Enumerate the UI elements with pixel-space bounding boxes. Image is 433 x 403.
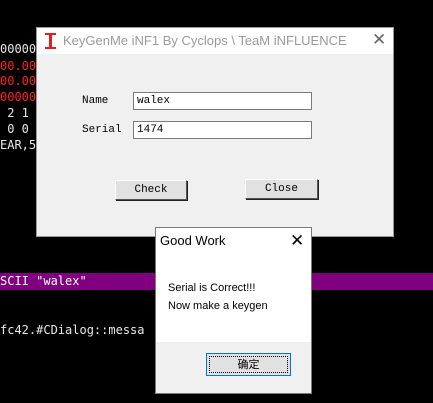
close-icon[interactable]: ✕: [290, 233, 304, 250]
messagebox-body: Serial is Correct!!! Now make a keygen: [156, 254, 311, 342]
bg-line-5: 2 1: [0, 106, 29, 120]
serial-field[interactable]: 1474: [133, 121, 312, 139]
ok-button[interactable]: 确定: [206, 353, 291, 376]
dialog-titlebar[interactable]: KeyGenMe iNF1 By Cyclops \ TeaM iNFLUENC…: [37, 28, 393, 54]
bg-bottom-line: fc42.#CDialog::messa: [0, 323, 145, 337]
serial-label: Serial: [82, 124, 122, 136]
bg-line-6: 0 0: [0, 122, 29, 136]
bg-line-1: 00000: [0, 42, 37, 56]
bg-line-7: EAR,5: [0, 138, 37, 152]
good-work-messagebox: Good Work ✕ Serial is Correct!!! Now mak…: [155, 227, 312, 394]
close-icon[interactable]: ✕: [372, 32, 386, 49]
dialog-title: KeyGenMe iNF1 By Cyclops \ TeaM iNFLUENC…: [63, 33, 347, 48]
keygenme-dialog: KeyGenMe iNF1 By Cyclops \ TeaM iNFLUENC…: [36, 27, 394, 237]
check-button[interactable]: Check: [115, 180, 187, 200]
name-label: Name: [82, 95, 109, 107]
bg-line-3: 00.00: [0, 74, 37, 88]
bg-line-2: 00.00: [0, 59, 37, 73]
bg-line-4: 00000: [0, 90, 37, 104]
message-line-2: Now make a keygen: [168, 300, 268, 312]
close-button[interactable]: Close: [245, 179, 318, 199]
messagebox-title: Good Work: [160, 233, 226, 248]
highlighted-row-text: SCII "walex": [0, 274, 87, 288]
red-i-beam-icon: [45, 33, 56, 49]
name-field[interactable]: walex: [133, 92, 312, 110]
messagebox-titlebar[interactable]: Good Work ✕: [156, 228, 311, 254]
message-line-1: Serial is Correct!!!: [168, 282, 256, 294]
